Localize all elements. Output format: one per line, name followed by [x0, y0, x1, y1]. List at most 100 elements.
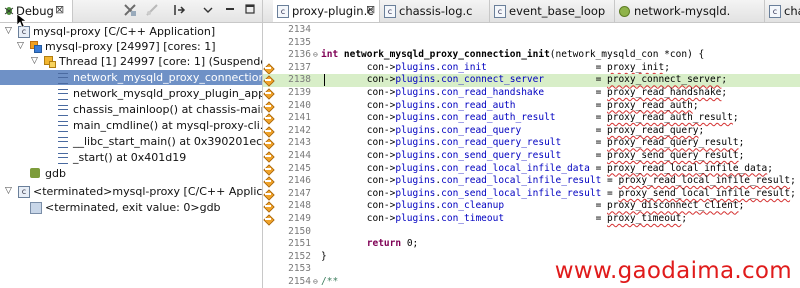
debug-tree-item[interactable]: gdb [0, 166, 262, 181]
code-line[interactable]: 2136 ⊖ int network_mysqld_proxy_connection… [263, 49, 800, 62]
breakpoint-icon[interactable] [264, 64, 272, 72]
breakpoint-icon[interactable] [264, 127, 272, 135]
code-token: con_read_auth_result [441, 112, 556, 124]
code-token: con_read_local_infile_result [441, 175, 602, 187]
line-number: 2153 [288, 263, 311, 275]
code-token: plugins [395, 187, 436, 199]
code-line[interactable]: 2142 con->plugins.con_read_query = proxy… [263, 125, 800, 138]
code-token: network_mysqld_proxy_connection_init [338, 49, 550, 61]
debug-tree-label: <terminated, exit value: 0>gdb [45, 201, 221, 214]
code-line[interactable]: 2150 [263, 226, 800, 239]
breakpoint-icon[interactable] [264, 139, 272, 147]
tab-debug[interactable]: Debug ⊠ [0, 0, 73, 22]
code-line[interactable]: 2139 con->plugins.con_read_handshake = p… [263, 87, 800, 100]
code-token: plugins [395, 162, 436, 174]
code-line[interactable]: 2149 con->plugins.con_timeout = proxy_ti… [263, 213, 800, 226]
editor-tab[interactable]: c proxy-plugin.c ⊠ [273, 0, 380, 22]
breakpoint-icon[interactable] [264, 165, 272, 173]
breakpoint-icon[interactable] [264, 177, 272, 185]
debug-bug-icon [4, 5, 14, 19]
code-token: plugins [395, 213, 436, 224]
code-token: /** [321, 276, 339, 287]
debug-tree-item[interactable]: network_mysqld_proxy_connection_in [0, 70, 262, 85]
code-text: /** [321, 276, 338, 288]
code-token: ; [732, 112, 739, 124]
code-token: = [561, 150, 608, 161]
step-over-icon[interactable] [172, 3, 188, 19]
editor-tab[interactable]: network-mysqld. [615, 0, 765, 22]
code-token: ; [664, 61, 670, 73]
code-line[interactable]: 2141 con->plugins.con_read_auth_result =… [263, 112, 800, 125]
editor-tab-label: proxy-plugin.c [292, 4, 374, 18]
debug-tree-item[interactable]: ▽ mysql-proxy [24997] [cores: 1] [0, 39, 262, 54]
editor-tab-label: event_base_loop [509, 4, 606, 18]
editor-tab[interactable]: cchass [765, 0, 800, 22]
line-number: 2146 [288, 175, 311, 187]
maximize-icon[interactable] [242, 3, 258, 19]
close-icon[interactable]: ⊠ [366, 3, 375, 16]
code-token: = [544, 87, 608, 98]
line-number: 2142 [288, 124, 311, 136]
debug-tree-item[interactable]: chassis_mainloop() at chassis-mainloc [0, 102, 262, 117]
code-line[interactable]: 2145 con->plugins.con_read_local_infile_… [263, 163, 800, 176]
breakpoint-icon[interactable] [264, 114, 272, 122]
code-text: con->plugins.con_read_query = proxy_read… [321, 124, 705, 138]
code-line[interactable]: 2138 con->plugins.con_connect_server = p… [263, 74, 800, 87]
editor-tab[interactable]: c event_base_loop [490, 0, 615, 22]
breakpoint-icon[interactable] [264, 89, 272, 97]
fold-toggle-icon[interactable]: ⊖ [313, 276, 318, 288]
code-text: return 0; [321, 238, 419, 251]
code-text: con->plugins.con_read_auth = proxy_read_… [321, 100, 699, 113]
debug-tree-item[interactable]: ▽ Thread [1] 24997 [core: 1] (Suspended :… [0, 54, 262, 69]
line-number: 2141 [288, 112, 311, 124]
stack-frame-icon [58, 153, 68, 164]
close-icon[interactable]: ⊠ [55, 3, 64, 16]
code-line[interactable]: 2143 con->plugins.con_read_query_result … [263, 137, 800, 150]
breakpoint-icon[interactable] [264, 190, 272, 198]
view-menu-icon[interactable] [200, 3, 216, 19]
editor-tab[interactable]: c chassis-log.c [380, 0, 490, 22]
code-token: con-> [321, 124, 396, 136]
code-token: = [561, 137, 608, 149]
fold-toggle-icon[interactable]: ⊖ [313, 49, 318, 62]
debug-tree-label: gdb [45, 167, 66, 180]
debug-tree-item[interactable]: <terminated, exit value: 0>gdb [0, 200, 262, 215]
code-token: con_read_handshake [441, 87, 545, 98]
code-token: con-> [321, 112, 396, 124]
code-token: plugins [395, 175, 436, 187]
code-line[interactable]: 2140 con->plugins.con_read_auth = proxy_… [263, 100, 800, 113]
debug-tree-item[interactable]: network_mysqld_proxy_plugin_apply_ [0, 86, 262, 101]
code-line[interactable]: 2137 con->plugins.con_init = proxy_init; [263, 62, 800, 75]
breakpoint-icon[interactable] [264, 202, 272, 210]
code-line[interactable]: 2148 con->plugins.con_cleanup = proxy_di… [263, 200, 800, 213]
debug-tree-item[interactable]: ▽ c <terminated>mysql-proxy [C/C++ Applica… [0, 184, 262, 199]
debug-tree-item[interactable]: __libc_start_main() at 0x390201ecdd [0, 134, 262, 149]
code-line[interactable]: 2146 con->plugins.con_read_local_infile_… [263, 175, 800, 188]
code-token: con-> [321, 213, 396, 224]
minimize-icon[interactable] [222, 3, 238, 19]
expand-toggle-icon[interactable]: ▽ [5, 184, 12, 199]
code-token: con_send_local_infile_result [441, 187, 602, 199]
breakpoint-icon[interactable] [264, 76, 272, 84]
code-token: con_read_query_result [441, 137, 562, 149]
remove-all-terminated-icon[interactable] [122, 3, 138, 19]
code-line[interactable]: 2144 con->plugins.con_send_query_result … [263, 150, 800, 163]
expand-toggle-icon[interactable]: ▽ [5, 24, 12, 39]
expand-toggle-icon[interactable]: ▽ [17, 39, 24, 54]
code-line[interactable]: 2151 return 0; [263, 238, 800, 251]
debug-tree-label: main_cmdline() at mysql-proxy-cli.c:5 [73, 119, 263, 132]
code-token: ; [767, 162, 773, 174]
debug-tree-item[interactable]: main_cmdline() at mysql-proxy-cli.c:5 [0, 118, 262, 133]
code-line[interactable]: 2135 [263, 37, 800, 50]
disconnect-icon[interactable] [144, 3, 160, 19]
code-line[interactable]: 2147 con->plugins.con_send_local_infile_… [263, 188, 800, 201]
breakpoint-icon[interactable] [264, 215, 272, 223]
expand-toggle-icon[interactable]: ▽ [31, 54, 38, 69]
debug-tree-item[interactable]: ▽ c mysql-proxy [C/C++ Application] [0, 24, 262, 39]
line-number: 2136 [288, 49, 311, 61]
breakpoint-icon[interactable] [264, 102, 272, 110]
code-line[interactable]: 2134 [263, 24, 800, 37]
code-token: proxy_read_auth_result [607, 112, 733, 124]
breakpoint-icon[interactable] [264, 152, 272, 160]
debug-tree-item[interactable]: _start() at 0x401d19 [0, 150, 262, 165]
